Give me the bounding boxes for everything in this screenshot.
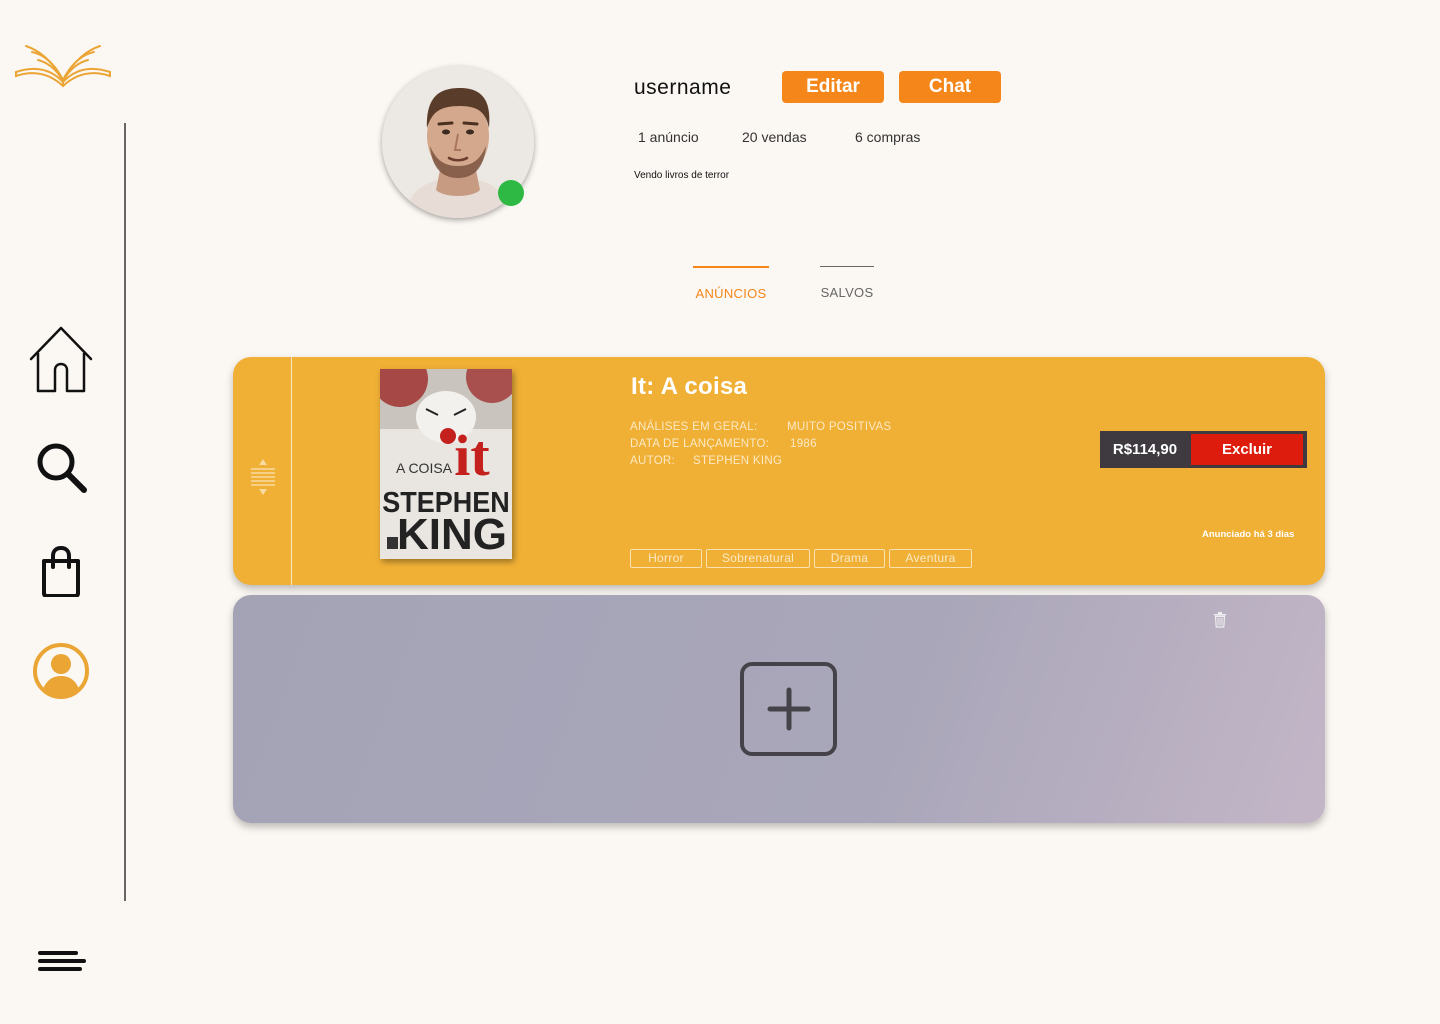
meta-release-value: 1986: [790, 438, 817, 450]
online-status-dot: [498, 180, 524, 206]
meta-author-value: STEPHEN KING: [693, 455, 783, 467]
nav-cart[interactable]: [26, 536, 96, 606]
svg-text:it: it: [454, 423, 490, 488]
book-title: It: A coisa: [631, 373, 748, 400]
tag-list: Horror Sobrenatural Drama Aventura: [630, 549, 972, 568]
add-listing-button[interactable]: [740, 662, 837, 756]
sidebar-divider: [124, 123, 126, 901]
nav-profile[interactable]: [26, 636, 96, 706]
delete-listing-button[interactable]: Excluir: [1191, 434, 1303, 465]
stat-sales: 20 vendas: [742, 129, 807, 145]
card-divider: [291, 357, 292, 585]
tag-aventura[interactable]: Aventura: [889, 549, 972, 568]
posted-date: Anunciado há 3 dias: [1202, 529, 1295, 540]
stat-listings: 1 anúncio: [638, 129, 699, 145]
plus-icon: [767, 687, 810, 731]
tab-anuncios[interactable]: ANÚNCIOS: [693, 266, 769, 301]
profile-bio: Vendo livros de terror: [634, 170, 730, 181]
meta-release-label: DATA DE LANÇAMENTO:: [630, 438, 770, 450]
svg-text:KING: KING: [397, 510, 507, 559]
nav-search[interactable]: [26, 432, 96, 502]
chat-button[interactable]: Chat: [899, 71, 1001, 103]
price-label: R$114,90: [1112, 441, 1178, 458]
book-cover[interactable]: it A COISA STEPHEN KING: [380, 369, 512, 559]
edit-profile-button[interactable]: Editar: [782, 71, 884, 103]
drag-handle-icon[interactable]: [249, 457, 277, 497]
home-icon: [29, 326, 93, 393]
nav-home[interactable]: [26, 324, 96, 394]
meta-reviews-label: ANÁLISES EM GERAL:: [630, 421, 758, 433]
add-listing-card[interactable]: [233, 595, 1325, 823]
meta-author-label: AUTOR:: [630, 455, 676, 467]
open-book-logo: [12, 38, 114, 92]
price-box: R$114,90 Excluir: [1100, 431, 1307, 468]
shopping-bag-icon: [42, 545, 80, 597]
tag-sobrenatural[interactable]: Sobrenatural: [706, 549, 810, 568]
stat-purchases: 6 compras: [855, 129, 921, 145]
listing-card[interactable]: it A COISA STEPHEN KING It: A coisa ANÁL…: [233, 357, 1325, 585]
tab-salvos[interactable]: SALVOS: [820, 266, 874, 300]
tag-drama[interactable]: Drama: [814, 549, 885, 568]
menu-button[interactable]: [36, 948, 88, 980]
search-icon: [37, 443, 87, 493]
trash-icon[interactable]: [1213, 612, 1227, 628]
meta-reviews-value: MUITO POSITIVAS: [787, 421, 892, 433]
svg-text:A COISA: A COISA: [396, 460, 453, 476]
profile-icon: [33, 643, 89, 699]
menu-icon: [38, 951, 86, 971]
profile-username: username: [634, 76, 732, 99]
tag-horror[interactable]: Horror: [630, 549, 702, 568]
avatar: [382, 66, 536, 218]
